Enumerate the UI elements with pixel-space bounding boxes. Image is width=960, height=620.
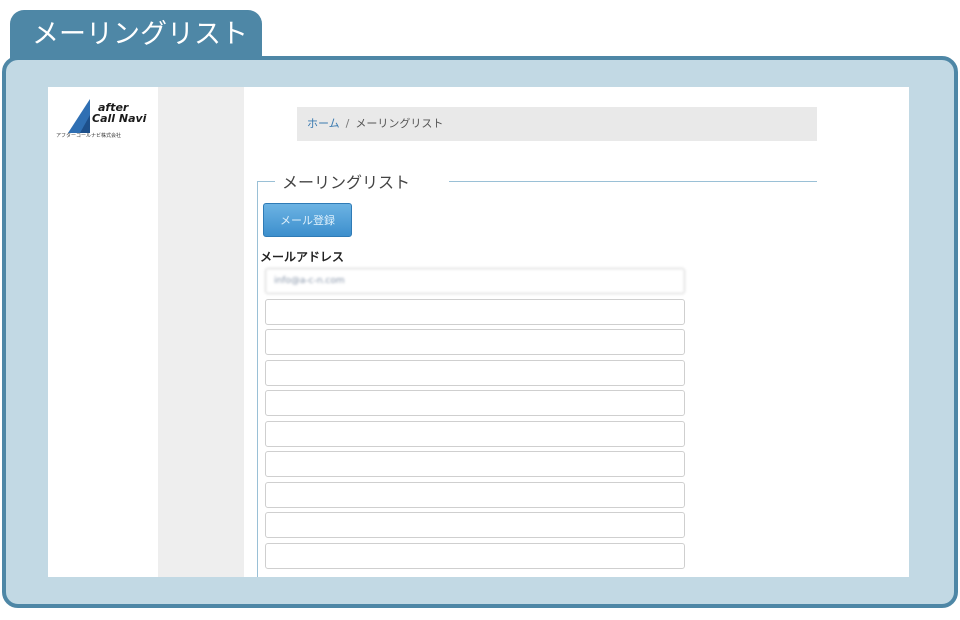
email-field-4[interactable] bbox=[265, 360, 685, 386]
fieldset-border-vertical bbox=[257, 181, 258, 577]
fieldset-border-right bbox=[449, 181, 817, 182]
email-field-6[interactable] bbox=[265, 421, 685, 447]
logo-text-callnavi: Call Navi bbox=[92, 112, 147, 125]
breadcrumb: ホーム / メーリングリスト bbox=[297, 107, 817, 141]
app-screen: after Call Navi アフターコールナビ株式会社 ホーム / メーリングリ… bbox=[48, 87, 909, 577]
email-field-10[interactable] bbox=[265, 543, 685, 569]
section-title: メーリングリスト bbox=[282, 173, 411, 192]
logo-company-name: アフターコールナビ株式会社 bbox=[56, 133, 122, 139]
breadcrumb-current: メーリングリスト bbox=[355, 117, 444, 130]
breadcrumb-home-link[interactable]: ホーム bbox=[307, 117, 340, 130]
email-field-8[interactable] bbox=[265, 482, 685, 508]
register-email-button[interactable]: メール登録 bbox=[263, 203, 352, 237]
main-content: ホーム / メーリングリスト メーリングリスト メール登録 メールアドレス bbox=[244, 87, 909, 577]
fieldset-border-left bbox=[257, 181, 275, 182]
email-field-9[interactable] bbox=[265, 512, 685, 538]
page-title: メーリングリスト bbox=[32, 19, 248, 50]
email-address-label: メールアドレス bbox=[260, 250, 345, 264]
email-field-7[interactable] bbox=[265, 451, 685, 477]
email-field-5[interactable] bbox=[265, 390, 685, 416]
logo-column: after Call Navi アフターコールナビ株式会社 bbox=[48, 87, 158, 577]
email-field-1[interactable] bbox=[265, 268, 685, 294]
email-field-3[interactable] bbox=[265, 329, 685, 355]
sidebar bbox=[158, 87, 244, 577]
breadcrumb-separator: / bbox=[345, 117, 350, 130]
email-field-2[interactable] bbox=[265, 299, 685, 325]
